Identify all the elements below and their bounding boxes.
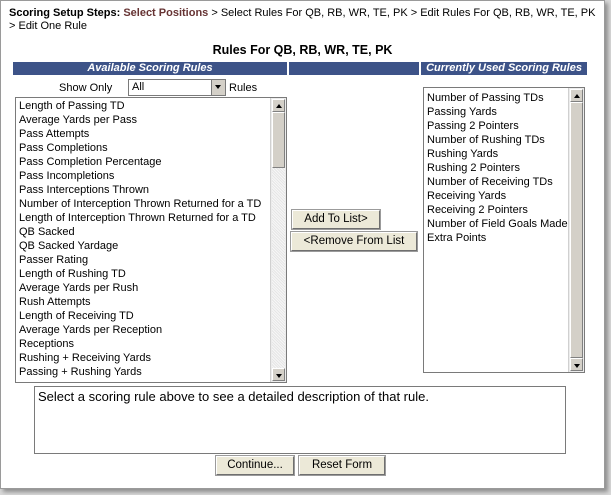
- add-to-list-button[interactable]: Add To List>: [291, 209, 381, 230]
- list-item[interactable]: Pass Interceptions Thrown: [16, 183, 270, 197]
- scroll-up-button[interactable]: [570, 89, 583, 102]
- chevron-down-icon: [215, 85, 221, 89]
- breadcrumb-label: Scoring Setup Steps:: [9, 7, 121, 19]
- middle-header-spacer: [289, 62, 419, 75]
- list-item[interactable]: Length of Receiving TD: [16, 309, 270, 323]
- breadcrumb-current-step[interactable]: Select Positions: [123, 7, 208, 19]
- chevron-down-icon: [276, 374, 282, 378]
- page-title: Rules For QB, RB, WR, TE, PK: [212, 43, 393, 57]
- chevron-up-icon: [276, 104, 282, 108]
- used-rules-header: Currently Used Scoring Rules: [421, 62, 587, 75]
- continue-button[interactable]: Continue...: [215, 455, 295, 476]
- list-item[interactable]: Pass Incompletions: [16, 169, 270, 183]
- list-item[interactable]: Extra Points: [424, 231, 568, 245]
- list-item[interactable]: Passing 2 Pointers: [424, 119, 568, 133]
- scroll-down-button[interactable]: [570, 358, 583, 371]
- list-item[interactable]: Number of Interception Thrown Returned f…: [16, 197, 270, 211]
- used-rules-list[interactable]: Number of Passing TDs Passing Yards Pass…: [423, 87, 585, 373]
- list-item[interactable]: Length of Passing TD: [16, 99, 270, 113]
- rules-suffix-label: Rules: [229, 82, 258, 94]
- available-rules-list[interactable]: Length of Passing TD Average Yards per P…: [15, 97, 287, 383]
- list-item[interactable]: Average Yards per Pass: [16, 113, 270, 127]
- list-item[interactable]: Length of Rushing TD: [16, 267, 270, 281]
- list-item[interactable]: Number of Receiving TDs: [424, 175, 568, 189]
- setup-panel: Scoring Setup Steps: Select Positions > …: [0, 0, 605, 489]
- list-item[interactable]: Receiving 2 Pointers: [424, 203, 568, 217]
- chevron-down-icon: [574, 364, 580, 368]
- list-item[interactable]: Number of Field Goals Made: [424, 217, 568, 231]
- dropdown-arrow-icon[interactable]: [211, 80, 225, 95]
- list-item[interactable]: Passing Yards: [424, 105, 568, 119]
- breadcrumb: Scoring Setup Steps: Select Positions > …: [9, 7, 601, 33]
- used-rules-items: Number of Passing TDs Passing Yards Pass…: [424, 91, 568, 245]
- available-list-scrollbar[interactable]: [270, 98, 286, 382]
- scroll-thumb[interactable]: [570, 102, 583, 358]
- used-list-scrollbar[interactable]: [568, 88, 584, 372]
- list-item[interactable]: Passing + Rushing Yards: [16, 365, 270, 379]
- rule-description-box: Select a scoring rule above to see a det…: [34, 386, 566, 454]
- list-item[interactable]: Average Yards per Reception: [16, 323, 270, 337]
- scroll-track[interactable]: [272, 168, 285, 368]
- scroll-up-button[interactable]: [272, 99, 285, 112]
- list-item[interactable]: Receiving Yards: [424, 189, 568, 203]
- list-item[interactable]: Rushing + Receiving Yards: [16, 351, 270, 365]
- list-item[interactable]: Rush Attempts: [16, 295, 270, 309]
- rule-filter-value: All: [132, 81, 145, 93]
- chevron-up-icon: [574, 94, 580, 98]
- available-rules-items: Length of Passing TD Average Yards per P…: [16, 99, 270, 379]
- list-item[interactable]: Pass Attempts: [16, 127, 270, 141]
- list-item[interactable]: Number of Rushing TDs: [424, 133, 568, 147]
- list-item[interactable]: Length of Interception Thrown Returned f…: [16, 211, 270, 225]
- show-only-filter-row: Show Only All Rules: [13, 79, 287, 96]
- list-item[interactable]: Rushing 2 Pointers: [424, 161, 568, 175]
- list-item[interactable]: QB Sacked Yardage: [16, 239, 270, 253]
- reset-form-button[interactable]: Reset Form: [298, 455, 386, 476]
- show-only-label: Show Only: [59, 82, 113, 94]
- list-item[interactable]: Passer Rating: [16, 253, 270, 267]
- remove-from-list-button[interactable]: <Remove From List: [290, 231, 418, 252]
- list-item[interactable]: Pass Completions: [16, 141, 270, 155]
- available-rules-header: Available Scoring Rules: [13, 62, 287, 75]
- list-item[interactable]: QB Sacked: [16, 225, 270, 239]
- list-item[interactable]: Receptions: [16, 337, 270, 351]
- list-item[interactable]: Average Yards per Rush: [16, 281, 270, 295]
- list-item[interactable]: Number of Passing TDs: [424, 91, 568, 105]
- scroll-thumb[interactable]: [272, 112, 285, 168]
- list-item[interactable]: Rushing Yards: [424, 147, 568, 161]
- list-item[interactable]: Pass Completion Percentage: [16, 155, 270, 169]
- rule-description-text: Select a scoring rule above to see a det…: [38, 389, 429, 404]
- scroll-down-button[interactable]: [272, 368, 285, 381]
- rule-filter-select[interactable]: All: [128, 79, 226, 96]
